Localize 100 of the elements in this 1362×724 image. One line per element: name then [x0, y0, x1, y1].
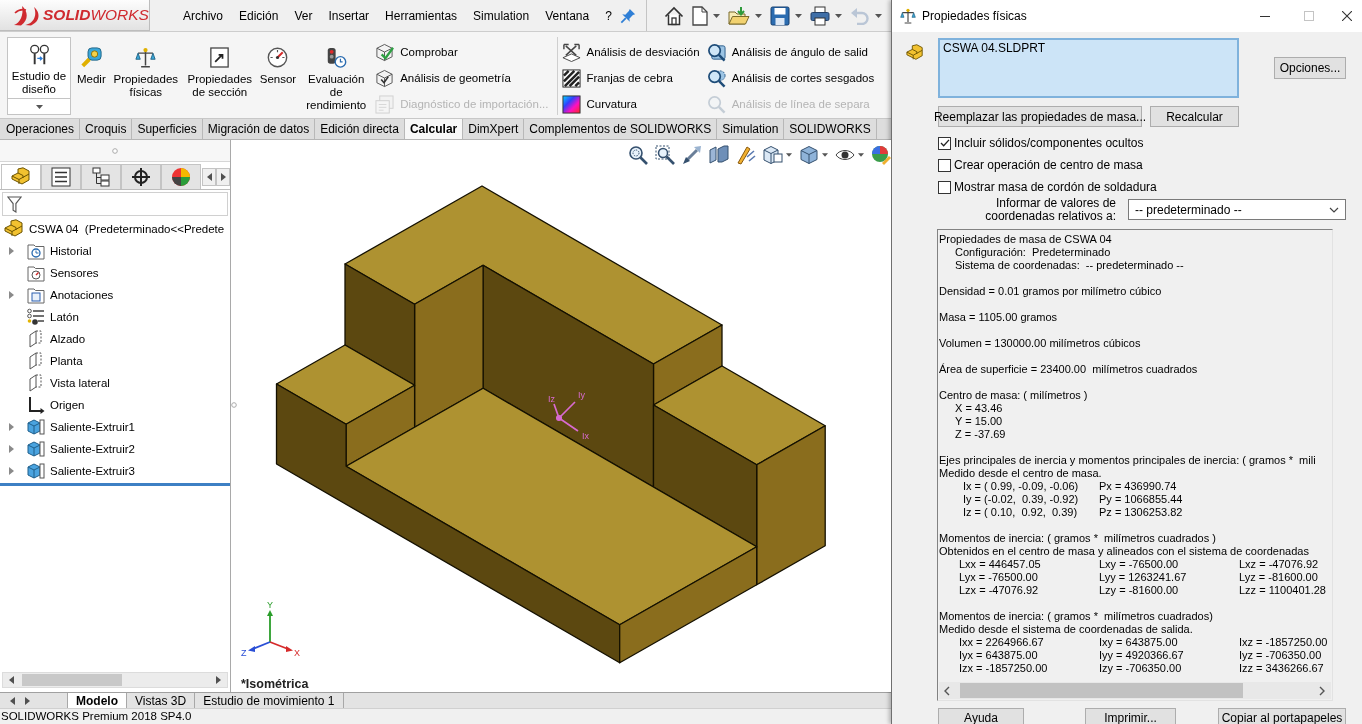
- expand-arrow-icon[interactable]: [9, 423, 14, 431]
- scroll-left-icon[interactable]: [944, 685, 950, 696]
- scroll-left-icon[interactable]: [10, 696, 15, 705]
- menu-item[interactable]: Ventana: [537, 5, 598, 26]
- scroll-right-icon[interactable]: [216, 676, 221, 684]
- menu-item[interactable]: Simulation: [465, 5, 538, 26]
- checkbox-label[interactable]: Mostrar masa de cordón de soldadura: [954, 180, 1157, 194]
- scrollbar-thumb[interactable]: [22, 674, 122, 686]
- action-button[interactable]: Recalcular: [1150, 106, 1239, 127]
- tree-item[interactable]: Origen: [50, 399, 85, 411]
- panel-tab[interactable]: [161, 164, 201, 189]
- tab[interactable]: Migración de datos: [202, 119, 316, 139]
- command-button[interactable]: Medir: [74, 37, 109, 115]
- selection-list[interactable]: CSWA 04.SLDPRT: [938, 38, 1239, 98]
- grip-icon[interactable]: [112, 147, 118, 154]
- command-item[interactable]: Análisis de desviación: [561, 42, 700, 62]
- scrollbar[interactable]: [2, 672, 228, 688]
- command-item[interactable]: Análisis de geometría: [375, 68, 549, 88]
- menu-item[interactable]: ?: [597, 5, 620, 26]
- tab[interactable]: Edición directa: [315, 119, 405, 139]
- expand-arrow-icon[interactable]: [9, 467, 14, 475]
- dialog-button[interactable]: Ayuda: [938, 708, 1024, 724]
- menu-item[interactable]: Herramientas: [377, 5, 466, 26]
- dialog-button[interactable]: Imprimir...: [1085, 708, 1176, 724]
- scrollbar-thumb[interactable]: [960, 683, 1243, 698]
- toolbar-button[interactable]: [807, 3, 844, 28]
- checkbox[interactable]: [938, 158, 951, 172]
- tab[interactable]: DimXpert: [463, 119, 525, 139]
- view-toolbar-button[interactable]: [628, 144, 648, 165]
- pin-icon[interactable]: [619, 7, 636, 24]
- panel-tab[interactable]: [41, 164, 81, 189]
- checkbox-label[interactable]: Incluir sólidos/componentes ocultos: [954, 136, 1144, 150]
- checkbox[interactable]: [938, 180, 951, 194]
- tree-item[interactable]: Saliente-Extruir1: [50, 421, 135, 433]
- result-text: Medido desde el sistema de coordenadas de salida.: [939, 623, 1193, 636]
- tab[interactable]: Complementos de SOLIDWORKS: [524, 119, 718, 139]
- expand-arrow-icon[interactable]: [9, 445, 14, 453]
- menu-item[interactable]: Edición: [231, 5, 287, 26]
- result-value: Pz = 1306253.82: [1099, 506, 1183, 519]
- tab[interactable]: Operaciones: [1, 119, 81, 139]
- scrollbar[interactable]: [939, 682, 1331, 699]
- scroll-right-icon[interactable]: [25, 696, 30, 705]
- command-button[interactable]: Propiedades de sección: [182, 37, 257, 115]
- field-label: Informar de valores de coordenadas relativos a:: [984, 197, 1116, 223]
- command-item[interactable]: Franjas de cebra: [561, 68, 700, 88]
- tab[interactable]: Modelo: [67, 693, 127, 708]
- tree-item[interactable]: Saliente-Extruir3: [50, 465, 135, 477]
- command-item[interactable]: Comprobar: [375, 42, 549, 62]
- scroll-right-icon[interactable]: [1319, 685, 1325, 696]
- toolbar-button[interactable]: [689, 3, 722, 28]
- options-button[interactable]: Opciones...: [1274, 57, 1346, 79]
- view-toolbar-button[interactable]: [835, 147, 864, 162]
- panel-tab[interactable]: [121, 164, 161, 189]
- scroll-left-icon[interactable]: [206, 172, 212, 181]
- scroll-right-icon[interactable]: [220, 172, 226, 181]
- tree-item[interactable]: Sensores: [50, 267, 99, 279]
- checkmark-icon: [939, 139, 950, 147]
- list-item[interactable]: CSWA 04.SLDPRT: [943, 41, 1046, 55]
- close-icon[interactable]: [1341, 11, 1352, 21]
- view-toolbar-button[interactable]: [682, 144, 702, 165]
- tab[interactable]: Simulation: [717, 119, 785, 139]
- tree-item[interactable]: Anotaciones: [50, 289, 114, 301]
- grip-icon[interactable]: [231, 402, 237, 408]
- command-button[interactable]: Sensor: [256, 37, 300, 115]
- tree-item[interactable]: Latón: [50, 311, 79, 323]
- minimize-icon[interactable]: [1260, 15, 1270, 17]
- tree-item[interactable]: Planta: [50, 355, 83, 367]
- menu-item[interactable]: Archivo: [175, 5, 231, 26]
- dialog-button[interactable]: Copiar al portapapeles: [1218, 708, 1346, 724]
- command-button[interactable]: Estudio de diseño: [7, 37, 71, 98]
- tree-item[interactable]: Alzado: [50, 333, 86, 345]
- view-toolbar-button[interactable]: [799, 144, 828, 165]
- tab[interactable]: Calcular: [404, 119, 464, 139]
- tree-item[interactable]: CSWA 04 (Predeterminado<<Predete: [29, 223, 225, 235]
- tree-item[interactable]: Historial: [50, 245, 92, 257]
- command-item[interactable]: Análisis de cortes sesgados: [706, 68, 875, 88]
- command-button[interactable]: Propiedades físicas: [108, 37, 183, 115]
- checkbox-label[interactable]: Crear operación de centro de masa: [954, 158, 1143, 172]
- toolbar-button[interactable]: [767, 3, 804, 28]
- filter-field[interactable]: [2, 192, 228, 216]
- command-item[interactable]: Análisis de ángulo de salid: [706, 42, 875, 62]
- tab[interactable]: Croquis: [80, 119, 133, 139]
- scroll-left-icon[interactable]: [9, 676, 14, 684]
- tab[interactable]: Superficies: [132, 119, 203, 139]
- view-toolbar-button[interactable]: [709, 144, 729, 165]
- tab[interactable]: SOLIDWORKS: [784, 119, 877, 139]
- expand-arrow-icon[interactable]: [9, 247, 14, 255]
- bolts-icon: [28, 44, 50, 65]
- result-value: Ixz = -1857250.00: [1239, 636, 1328, 649]
- expand-arrow-icon[interactable]: [9, 291, 14, 299]
- tree-item[interactable]: Vista lateral: [50, 377, 110, 389]
- coordinate-dropdown[interactable]: -- predeterminado --: [1128, 199, 1346, 220]
- tree-item[interactable]: Saliente-Extruir2: [50, 443, 135, 455]
- view-toolbar-button[interactable]: [655, 144, 675, 165]
- command-button[interactable]: Evaluación de rendimiento: [299, 37, 374, 115]
- menu-item[interactable]: Ver: [286, 5, 321, 26]
- panel-tab[interactable]: [81, 164, 121, 189]
- checkbox[interactable]: [938, 136, 951, 150]
- menu-item[interactable]: Insertar: [320, 5, 378, 26]
- command-item[interactable]: Curvatura: [561, 94, 700, 114]
